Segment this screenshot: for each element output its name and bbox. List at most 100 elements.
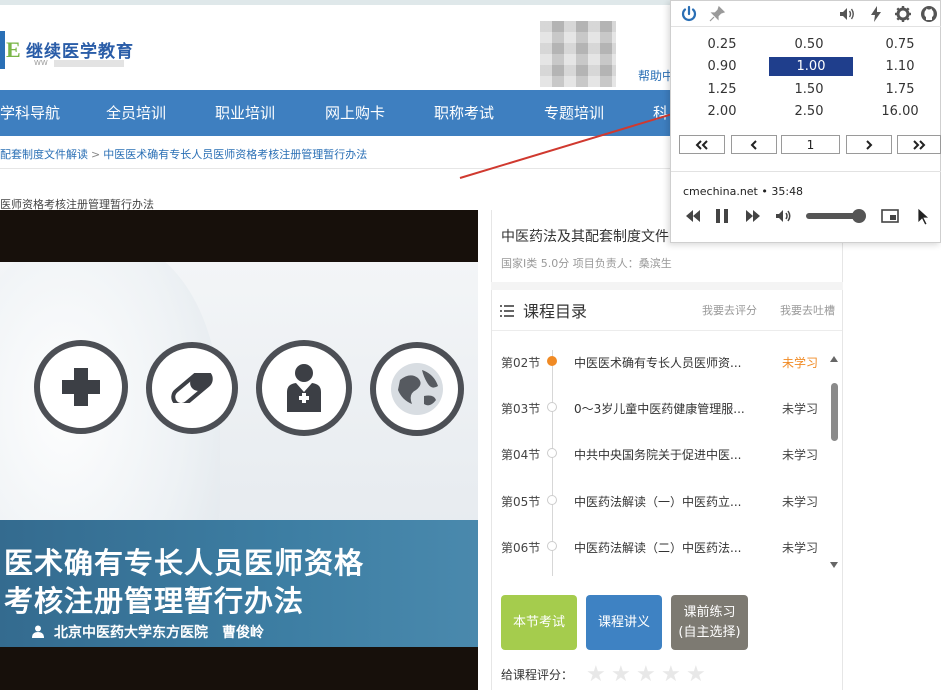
speed-option[interactable]: 2.00 [682, 102, 762, 121]
nav-item-all-staff[interactable]: 全员培训 [106, 90, 166, 136]
section-name[interactable]: 中共中央国务院关于促进中医... [574, 446, 741, 463]
volume-icon[interactable] [838, 5, 856, 23]
star-icon[interactable]: ★ [686, 664, 706, 686]
speed-option[interactable]: 0.75 [860, 35, 940, 54]
volume-slider-knob[interactable] [851, 209, 866, 223]
section-number: 第06节 [501, 541, 541, 555]
next-page-button[interactable] [846, 135, 892, 154]
speed-option[interactable]: 1.75 [860, 80, 940, 99]
bolt-icon[interactable] [867, 5, 885, 23]
page-number-input[interactable]: 1 [781, 135, 840, 154]
fast-forward-icon[interactable] [743, 206, 763, 226]
video-slide: 医术确有专长人员医师资格 考核注册管理暂行办法 北京中医药大学东方医院 曹俊岭 [0, 262, 478, 647]
nav-item-title-exam[interactable]: 职称考试 [434, 90, 494, 136]
list-item[interactable]: 第06节 中医药法解读（二）中医药法... 未学习 [501, 537, 821, 557]
volume-icon[interactable] [774, 206, 794, 226]
scroll-down-arrow-icon[interactable] [830, 562, 838, 568]
list-item[interactable]: 第02节 中医医术确有专长人员医师资... 未学习 [501, 352, 821, 372]
exam-button-label: 本节考试 [512, 614, 565, 630]
scroll-up-arrow-icon[interactable] [830, 356, 838, 362]
list-item[interactable]: 第03节 0～3岁儿童中医药健康管理服... 未学习 [501, 398, 821, 418]
picture-in-picture-icon[interactable] [880, 206, 900, 226]
rewind-icon[interactable] [683, 206, 703, 226]
section-status: 未学习 [782, 495, 819, 509]
media-source: cmechina.net • 35:48 [683, 185, 804, 198]
section-name[interactable]: 中医药法解读（一）中医药立... [574, 493, 741, 510]
nav-item-special[interactable]: 专题培训 [544, 90, 604, 136]
section-name[interactable]: 中医药法解读（二）中医药法... [574, 539, 741, 556]
nav-item-subjects[interactable]: 学科导航 [0, 90, 60, 136]
list-icon [500, 305, 514, 317]
logo-sub-blur [53, 59, 124, 67]
list-item[interactable]: 第04节 中共中央国务院关于促进中医... 未学习 [501, 444, 821, 464]
section-current-dot [547, 356, 557, 366]
course-divider [491, 282, 843, 290]
pin-icon[interactable] [708, 5, 726, 23]
main-nav: 学科导航 全员培训 职业培训 网上购卡 职称考试 专题培训 科 [0, 90, 700, 136]
speed-option[interactable]: 16.00 [860, 102, 940, 121]
handout-button[interactable]: 课程讲义 [586, 595, 662, 650]
breadcrumb-current[interactable]: 中医医术确有专长人员医师资格考核注册管理暂行办法 [103, 148, 367, 161]
section-dot [547, 495, 557, 505]
media-site: cmechina.net [683, 185, 758, 198]
double-chevron-right-icon [913, 139, 926, 150]
last-page-button[interactable] [897, 135, 941, 154]
speed-option[interactable]: 0.25 [682, 35, 762, 54]
globe-circle [370, 342, 464, 436]
section-number: 第02节 [501, 356, 541, 370]
help-link[interactable]: 帮助中 [638, 67, 674, 84]
video-player[interactable]: 医术确有专长人员医师资格 考核注册管理暂行办法 北京中医药大学东方医院 曹俊岭 [0, 210, 478, 690]
speed-option[interactable]: 0.90 [682, 57, 762, 76]
site-logo[interactable]: E [0, 31, 22, 69]
star-icon[interactable]: ★ [636, 664, 656, 686]
exam-button[interactable]: 本节考试 [501, 595, 577, 650]
double-chevron-left-icon [695, 139, 708, 150]
doctor-circle [256, 340, 352, 436]
feedback-link[interactable]: 我要去吐槽 [780, 302, 835, 318]
section-status: 未学习 [782, 541, 819, 555]
section-dot [547, 448, 557, 458]
course-meta: 国家I类 5.0分 项目负责人：桑滨生 [501, 257, 672, 270]
breadcrumb-parent[interactable]: 配套制度文件解读 [0, 148, 88, 161]
github-icon[interactable] [920, 5, 938, 23]
power-icon[interactable] [680, 5, 698, 23]
nav-item-more[interactable]: 科 [653, 90, 668, 136]
speed-option[interactable]: 1.25 [682, 80, 762, 99]
section-dot [547, 402, 557, 412]
speed-option[interactable]: 1.50 [769, 80, 849, 99]
speed-option[interactable]: 2.50 [769, 102, 849, 121]
gear-icon[interactable] [894, 5, 912, 23]
avatar[interactable] [540, 21, 616, 87]
slide-title-line2: 考核注册管理暂行办法 [4, 584, 305, 618]
nav-item-vocational[interactable]: 职业培训 [215, 90, 275, 136]
chevron-left-icon [750, 139, 757, 150]
popup-divider [671, 171, 941, 172]
first-page-button[interactable] [679, 135, 725, 154]
star-icon[interactable]: ★ [611, 664, 631, 686]
section-name[interactable]: 0～3岁儿童中医药健康管理服... [574, 400, 745, 417]
section-name[interactable]: 中医医术确有专长人员医师资... [574, 354, 741, 371]
section-number: 第03节 [501, 402, 541, 416]
speed-option[interactable]: 1.10 [860, 57, 940, 76]
practice-button-line2: (自主选择) [678, 624, 741, 640]
logo-bar [0, 31, 5, 69]
slide-title-banner: 医术确有专长人员医师资格 考核注册管理暂行办法 北京中医药大学东方医院 曹俊岭 [0, 520, 478, 647]
nav-item-buy-card[interactable]: 网上购卡 [325, 90, 385, 136]
star-icon[interactable]: ★ [661, 664, 681, 686]
toc-scrollbar-thumb[interactable] [831, 383, 838, 441]
pause-icon[interactable] [712, 206, 732, 226]
section-status: 未学习 [782, 356, 819, 370]
speed-option[interactable]: 0.50 [769, 35, 849, 54]
prev-page-button[interactable] [731, 135, 777, 154]
star-icon[interactable]: ★ [586, 664, 606, 686]
course-title: 中医药法及其配套制度文件 [501, 229, 669, 245]
doctor-icon [287, 364, 321, 412]
popup-divider [671, 26, 941, 27]
rating-label: 给课程评分： [501, 668, 574, 682]
practice-button[interactable]: 课前练习 (自主选择) [671, 595, 748, 650]
slide-title-line1: 医术确有专长人员医师资格 [4, 546, 365, 580]
rate-link[interactable]: 我要去评分 [702, 302, 757, 318]
speed-option-selected[interactable]: 1.00 [769, 57, 853, 76]
list-item[interactable]: 第05节 中医药法解读（一）中医药立... 未学习 [501, 491, 821, 511]
pill-circle [146, 342, 238, 434]
